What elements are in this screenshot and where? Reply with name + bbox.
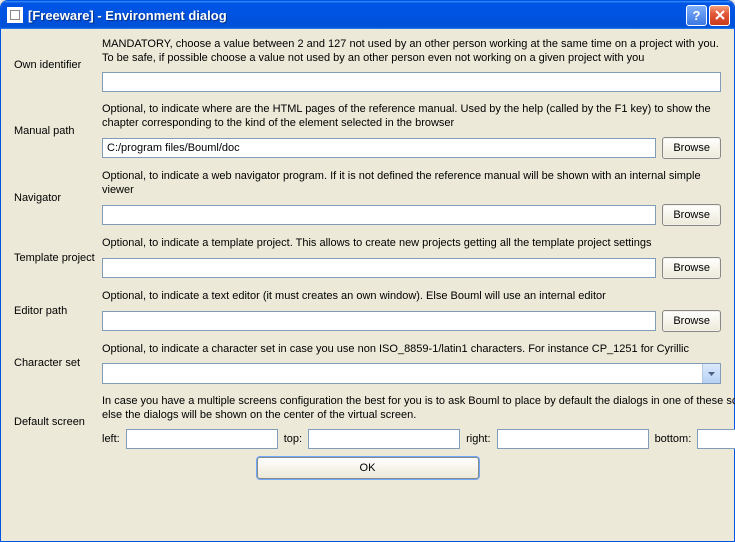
navigator-input[interactable] (102, 205, 656, 225)
screen-right-input[interactable] (497, 429, 649, 449)
navigator-label: Navigator (14, 192, 102, 204)
own-identifier-label: Own identifier (14, 59, 102, 71)
editor-path-browse-button[interactable]: Browse (662, 310, 721, 332)
client-area: Own identifier MANDATORY, choose a value… (4, 29, 731, 538)
character-set-combo[interactable] (102, 363, 721, 384)
screen-right-label: right: (466, 433, 490, 445)
character-set-label: Character set (14, 357, 102, 369)
template-project-browse-button[interactable]: Browse (662, 257, 721, 279)
environment-dialog-window: [Freeware] - Environment dialog ? Own id… (0, 0, 735, 542)
help-button[interactable]: ? (686, 5, 707, 26)
editor-path-input[interactable] (102, 311, 656, 331)
default-screen-label: Default screen (14, 416, 102, 428)
navigator-desc: Optional, to indicate a web navigator pr… (102, 169, 721, 197)
manual-path-input[interactable] (102, 138, 656, 158)
own-identifier-desc: MANDATORY, choose a value between 2 and … (102, 37, 721, 65)
manual-path-label: Manual path (14, 125, 102, 137)
default-screen-desc: In case you have a multiple screens conf… (102, 394, 735, 422)
template-project-input[interactable] (102, 258, 656, 278)
ok-button[interactable]: OK (257, 457, 479, 479)
own-identifier-input[interactable] (102, 72, 721, 92)
titlebar[interactable]: [Freeware] - Environment dialog ? (1, 1, 734, 29)
screen-left-input[interactable] (126, 429, 278, 449)
editor-path-label: Editor path (14, 305, 102, 317)
screen-top-input[interactable] (308, 429, 460, 449)
screen-bottom-input[interactable] (697, 429, 735, 449)
character-set-desc: Optional, to indicate a character set in… (102, 342, 721, 356)
template-project-desc: Optional, to indicate a template project… (102, 236, 721, 250)
editor-path-desc: Optional, to indicate a text editor (it … (102, 289, 721, 303)
template-project-label: Template project (14, 252, 102, 264)
chevron-down-icon (702, 364, 720, 383)
window-title: [Freeware] - Environment dialog (28, 8, 684, 23)
app-icon (7, 7, 23, 23)
close-button[interactable] (709, 5, 730, 26)
navigator-browse-button[interactable]: Browse (662, 204, 721, 226)
close-icon (715, 10, 725, 20)
manual-path-desc: Optional, to indicate where are the HTML… (102, 102, 721, 130)
manual-path-browse-button[interactable]: Browse (662, 137, 721, 159)
screen-bottom-label: bottom: (655, 433, 692, 445)
screen-top-label: top: (284, 433, 302, 445)
screen-left-label: left: (102, 433, 120, 445)
